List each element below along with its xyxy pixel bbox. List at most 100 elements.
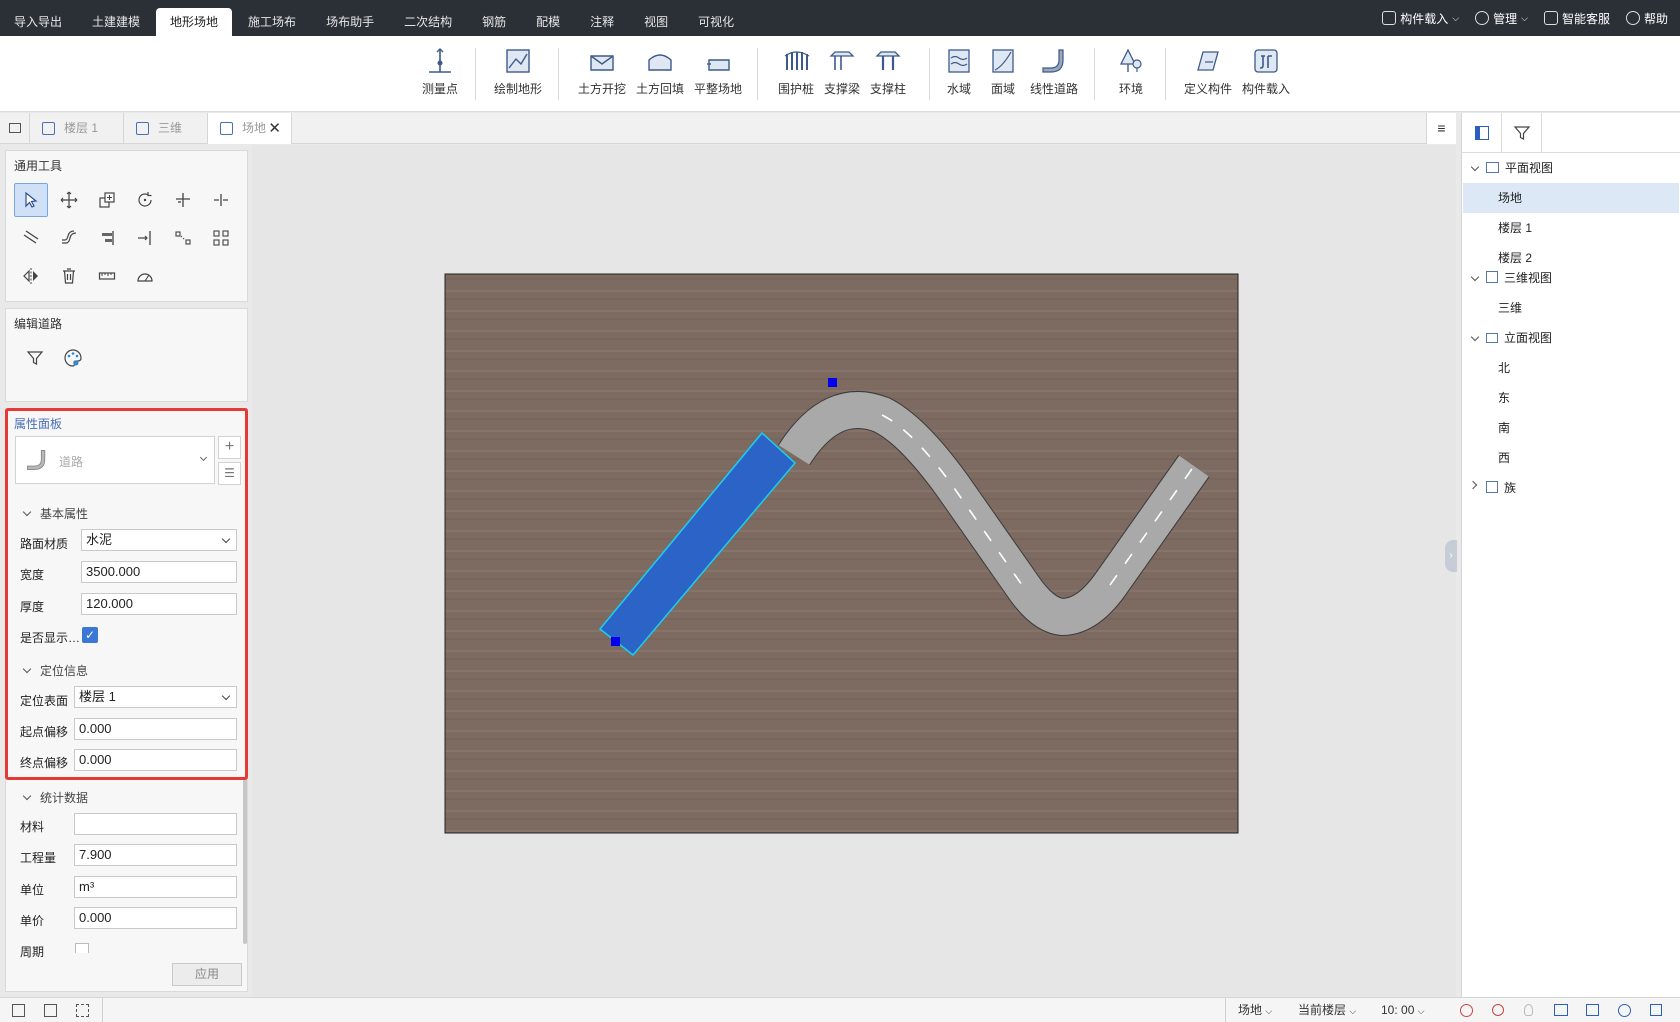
environment-button[interactable]: 环境	[1100, 46, 1162, 97]
basic-props-section[interactable]: 基本属性	[22, 505, 88, 522]
menu-tab-import-export[interactable]: 导入导出	[0, 8, 76, 36]
mirror-tool-button[interactable]	[14, 259, 48, 293]
tab-floor-1[interactable]: 楼层 1	[30, 113, 124, 144]
material-input[interactable]	[74, 813, 237, 835]
tree-item-3d[interactable]: 三维	[1498, 293, 1522, 323]
tree-item-site[interactable]: 场地	[1463, 183, 1679, 213]
menu-tab-annotation[interactable]: 注释	[576, 8, 628, 36]
tree-item-north[interactable]: 北	[1498, 353, 1510, 383]
backfill-button[interactable]: 土方回填	[629, 46, 691, 97]
period-checkbox[interactable]	[75, 943, 89, 953]
hamburger-menu-button[interactable]: ≡	[1426, 113, 1456, 144]
collapse-right-panel-button[interactable]: ›	[1445, 540, 1457, 572]
delete-tool-button[interactable]	[52, 259, 86, 293]
filter-tool-button[interactable]	[18, 341, 52, 375]
service-button[interactable]: 智能客服	[1543, 10, 1610, 27]
zoom-fit-button[interactable]	[1618, 998, 1631, 1022]
show-checkbox[interactable]: ✓	[82, 627, 98, 643]
menu-tab-visualization[interactable]: 可视化	[684, 8, 748, 36]
support-column-button[interactable]: 支撑柱	[857, 46, 919, 97]
rotate-tool-button[interactable]	[128, 183, 162, 217]
menu-tab-secondary-structure[interactable]: 二次结构	[390, 8, 466, 36]
menu-tab-formwork[interactable]: 配模	[522, 8, 574, 36]
menu-tab-rebar[interactable]: 钢筋	[468, 8, 520, 36]
chevron-down-icon[interactable]	[1470, 162, 1480, 172]
measure-point-button[interactable]: 测量点	[409, 46, 471, 97]
start-offset-input[interactable]: 0.000	[74, 718, 237, 740]
chevron-down-icon[interactable]	[1470, 332, 1480, 342]
status-site-select[interactable]: 场地 ⌵	[1238, 998, 1272, 1022]
end-offset-input[interactable]: 0.000	[74, 749, 237, 771]
menu-tab-layout-assistant[interactable]: 场布助手	[312, 8, 388, 36]
position-section[interactable]: 定位信息	[22, 662, 88, 679]
add-type-button[interactable]: +	[218, 436, 241, 459]
fillet-tool-button[interactable]	[52, 221, 86, 255]
copy-tool-button[interactable]	[90, 183, 124, 217]
trim-tool-button[interactable]	[166, 183, 200, 217]
unit-input[interactable]: m³	[74, 876, 237, 898]
status-scale-select[interactable]: 10: 00 ⌵	[1381, 998, 1425, 1022]
tree-3d-views[interactable]: 三维视图	[1486, 263, 1552, 293]
close-icon[interactable]: ✕	[268, 113, 281, 144]
stats-section[interactable]: 统计数据	[22, 789, 88, 806]
help-button[interactable]: 帮助	[1625, 10, 1668, 27]
road-curve-grip[interactable]	[828, 378, 837, 387]
apply-button[interactable]: 应用	[172, 963, 242, 986]
tree-family[interactable]: 族	[1486, 473, 1516, 503]
view-cube-button[interactable]	[1650, 998, 1662, 1022]
road-material-select[interactable]: 水泥	[81, 529, 237, 551]
type-settings-button[interactable]: ☰	[218, 462, 241, 485]
chevron-right-icon[interactable]	[1468, 480, 1478, 490]
draw-terrain-button[interactable]: 绘制地形	[487, 46, 549, 97]
tab-3d[interactable]: 三维	[124, 113, 208, 144]
split-tool-button[interactable]	[204, 183, 238, 217]
menu-tab-civil-modeling[interactable]: 土建建模	[78, 8, 154, 36]
thickness-input[interactable]: 120.000	[81, 593, 237, 615]
offset-tool-button[interactable]	[14, 221, 48, 255]
layout-single-button[interactable]	[12, 998, 25, 1022]
site-canvas[interactable]	[252, 145, 1456, 997]
extend-tool-button[interactable]	[128, 221, 162, 255]
price-input[interactable]: 0.000	[74, 907, 237, 929]
menu-tab-terrain-site[interactable]: 地形场地	[156, 8, 233, 36]
layout-grid-button[interactable]	[76, 998, 89, 1022]
align-tool-button[interactable]	[90, 221, 124, 255]
excavation-button[interactable]: 土方开挖	[571, 46, 633, 97]
display-mode-button[interactable]	[1586, 998, 1599, 1022]
snap-toggle-button[interactable]	[1460, 998, 1473, 1022]
tree-item-east[interactable]: 东	[1498, 383, 1510, 413]
type-selector[interactable]: 道路	[15, 436, 215, 484]
tab-list-button[interactable]	[0, 113, 30, 144]
select-tool-button[interactable]	[14, 183, 48, 217]
road-start-grip[interactable]	[611, 637, 620, 646]
layout-split-button[interactable]	[44, 998, 57, 1022]
search-toggle-button[interactable]	[1492, 998, 1504, 1022]
tree-item-floor-1[interactable]: 楼层 1	[1498, 213, 1532, 243]
linear-road-button[interactable]: 线性道路	[1023, 46, 1085, 97]
move-tool-button[interactable]	[52, 183, 86, 217]
status-floor-select[interactable]: 当前楼层 ⌵	[1298, 998, 1356, 1022]
quantity-input[interactable]: 7.900	[74, 844, 237, 866]
tab-site[interactable]: 场地 ✕	[208, 113, 292, 144]
menu-tab-construction-layout[interactable]: 施工场布	[234, 8, 310, 36]
ribbon-component-load-button[interactable]: 构件载入	[1235, 46, 1297, 97]
measure-angle-button[interactable]	[128, 259, 162, 293]
tree-item-south[interactable]: 南	[1498, 413, 1510, 443]
group-tool-button[interactable]	[204, 221, 238, 255]
component-load-menu[interactable]: 构件载入 ⌵	[1382, 10, 1459, 27]
menu-tab-view[interactable]: 视图	[630, 8, 682, 36]
level-site-button[interactable]: 平整场地	[687, 46, 749, 97]
tree-plan-views[interactable]: 平面视图	[1486, 153, 1553, 183]
browser-tab-views[interactable]	[1462, 113, 1502, 153]
road-style-button[interactable]	[56, 341, 90, 375]
tree-item-west[interactable]: 西	[1498, 443, 1510, 473]
define-component-button[interactable]: 定义构件	[1177, 46, 1239, 97]
chevron-down-icon[interactable]	[1470, 272, 1480, 282]
light-toggle-button[interactable]	[1524, 998, 1533, 1022]
visibility-button[interactable]	[1554, 998, 1568, 1022]
properties-scrollbar[interactable]	[243, 779, 247, 944]
measure-distance-button[interactable]	[90, 259, 124, 293]
width-input[interactable]: 3500.000	[81, 561, 237, 583]
position-surface-select[interactable]: 楼层 1	[74, 686, 237, 708]
manage-menu[interactable]: 管理 ⌵	[1475, 10, 1528, 27]
